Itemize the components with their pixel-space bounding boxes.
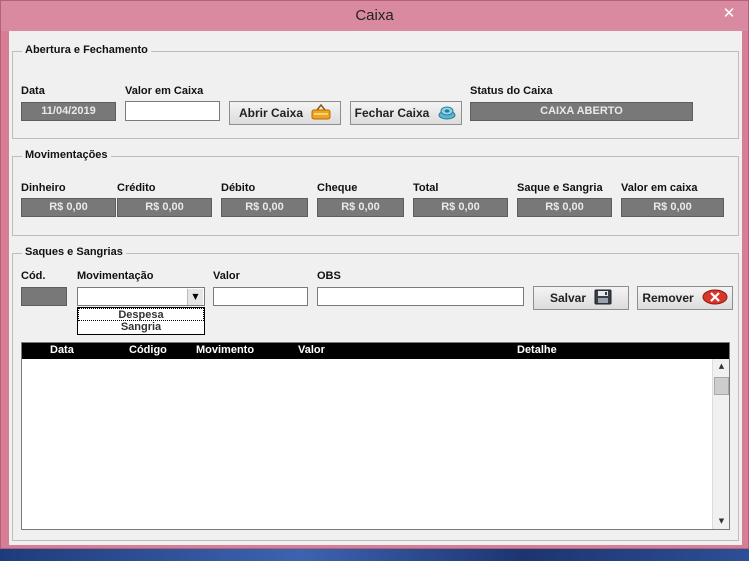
movimentacao-label: Movimentação (77, 270, 154, 282)
coins-icon (437, 104, 457, 123)
scrollbar-thumb[interactable] (714, 377, 729, 395)
close-icon[interactable]: ✕ (718, 3, 740, 25)
abrir-caixa-label: Abrir Caixa (238, 106, 304, 120)
group-legend-abertura: Abertura e Fechamento (22, 44, 151, 56)
total-field: R$ 0,00 (413, 198, 508, 217)
status-do-caixa-label: Status do Caixa (470, 85, 553, 97)
movimentacao-dropdown-list: Despesa Sangria (77, 307, 205, 335)
obs-label: OBS (317, 270, 341, 282)
dinheiro-label: Dinheiro (21, 182, 66, 194)
cheque-field: R$ 0,00 (317, 198, 404, 217)
debito-label: Débito (221, 182, 256, 194)
grid-col-data[interactable]: Data (50, 344, 74, 356)
window-client-area: Abertura e Fechamento Data 11/04/2019 Va… (9, 31, 742, 545)
movimentos-grid[interactable]: Data Código Movimento Valor Detalhe ▲ ▼ (21, 342, 730, 530)
cod-label: Cód. (21, 270, 46, 282)
valor-label: Valor (213, 270, 240, 282)
salvar-label: Salvar (549, 291, 587, 305)
data-label: Data (21, 85, 45, 97)
dinheiro-field: R$ 0,00 (21, 198, 116, 217)
group-legend-saques: Saques e Sangrias (22, 246, 126, 258)
grid-header: Data Código Movimento Valor Detalhe (22, 343, 729, 359)
grid-col-codigo[interactable]: Código (129, 344, 167, 356)
cod-field (21, 287, 67, 306)
abrir-caixa-button[interactable]: Abrir Caixa (229, 101, 341, 125)
total-label: Total (413, 182, 439, 194)
grid-col-detalhe[interactable]: Detalhe (517, 344, 557, 356)
group-legend-movimentacoes: Movimentações (22, 149, 111, 161)
window-title: Caixa (355, 7, 394, 24)
valor-em-caixa-input[interactable] (125, 101, 220, 121)
debito-field: R$ 0,00 (221, 198, 308, 217)
grid-col-movimento[interactable]: Movimento (196, 344, 254, 356)
fechar-caixa-button[interactable]: Fechar Caixa (350, 101, 462, 125)
saque-sangria-label: Saque e Sangria (517, 182, 603, 194)
caixa-window: Caixa ✕ Abertura e Fechamento Data 11/04… (0, 0, 749, 549)
remover-button[interactable]: Remover (637, 286, 733, 310)
valor-em-caixa-label: Valor em Caixa (125, 85, 204, 97)
dropdown-option-sangria[interactable]: Sangria (78, 321, 204, 334)
remover-label: Remover (642, 291, 694, 305)
data-field: 11/04/2019 (21, 102, 116, 121)
group-abertura-fechamento: Abertura e Fechamento Data 11/04/2019 Va… (12, 44, 739, 139)
valor-em-caixa-total-label: Valor em caixa (621, 182, 698, 194)
title-bar: Caixa ✕ (1, 1, 748, 31)
valor-input[interactable] (213, 287, 308, 306)
dropdown-option-despesa[interactable]: Despesa (78, 308, 204, 321)
chevron-down-icon[interactable]: ▼ (187, 289, 203, 305)
salvar-button[interactable]: Salvar (533, 286, 629, 310)
grid-col-valor[interactable]: Valor (298, 344, 325, 356)
valor-em-caixa-total-field: R$ 0,00 (621, 198, 724, 217)
grid-vertical-scrollbar[interactable]: ▲ ▼ (712, 359, 729, 529)
scroll-down-icon[interactable]: ▼ (714, 515, 729, 528)
floppy-disk-icon (594, 289, 612, 308)
basket-icon (311, 103, 331, 123)
credito-label: Crédito (117, 182, 156, 194)
status-do-caixa-field: CAIXA ABERTO (470, 102, 693, 121)
group-movimentacoes: Movimentações Dinheiro R$ 0,00 Crédito R… (12, 149, 739, 236)
credito-field: R$ 0,00 (117, 198, 212, 217)
cheque-label: Cheque (317, 182, 358, 194)
scroll-up-icon[interactable]: ▲ (714, 360, 729, 373)
movimentacao-combobox[interactable]: ▼ (77, 287, 205, 306)
remove-icon (702, 289, 728, 308)
saque-sangria-field: R$ 0,00 (517, 198, 612, 217)
fechar-caixa-label: Fechar Caixa (354, 106, 430, 120)
obs-input[interactable] (317, 287, 524, 306)
